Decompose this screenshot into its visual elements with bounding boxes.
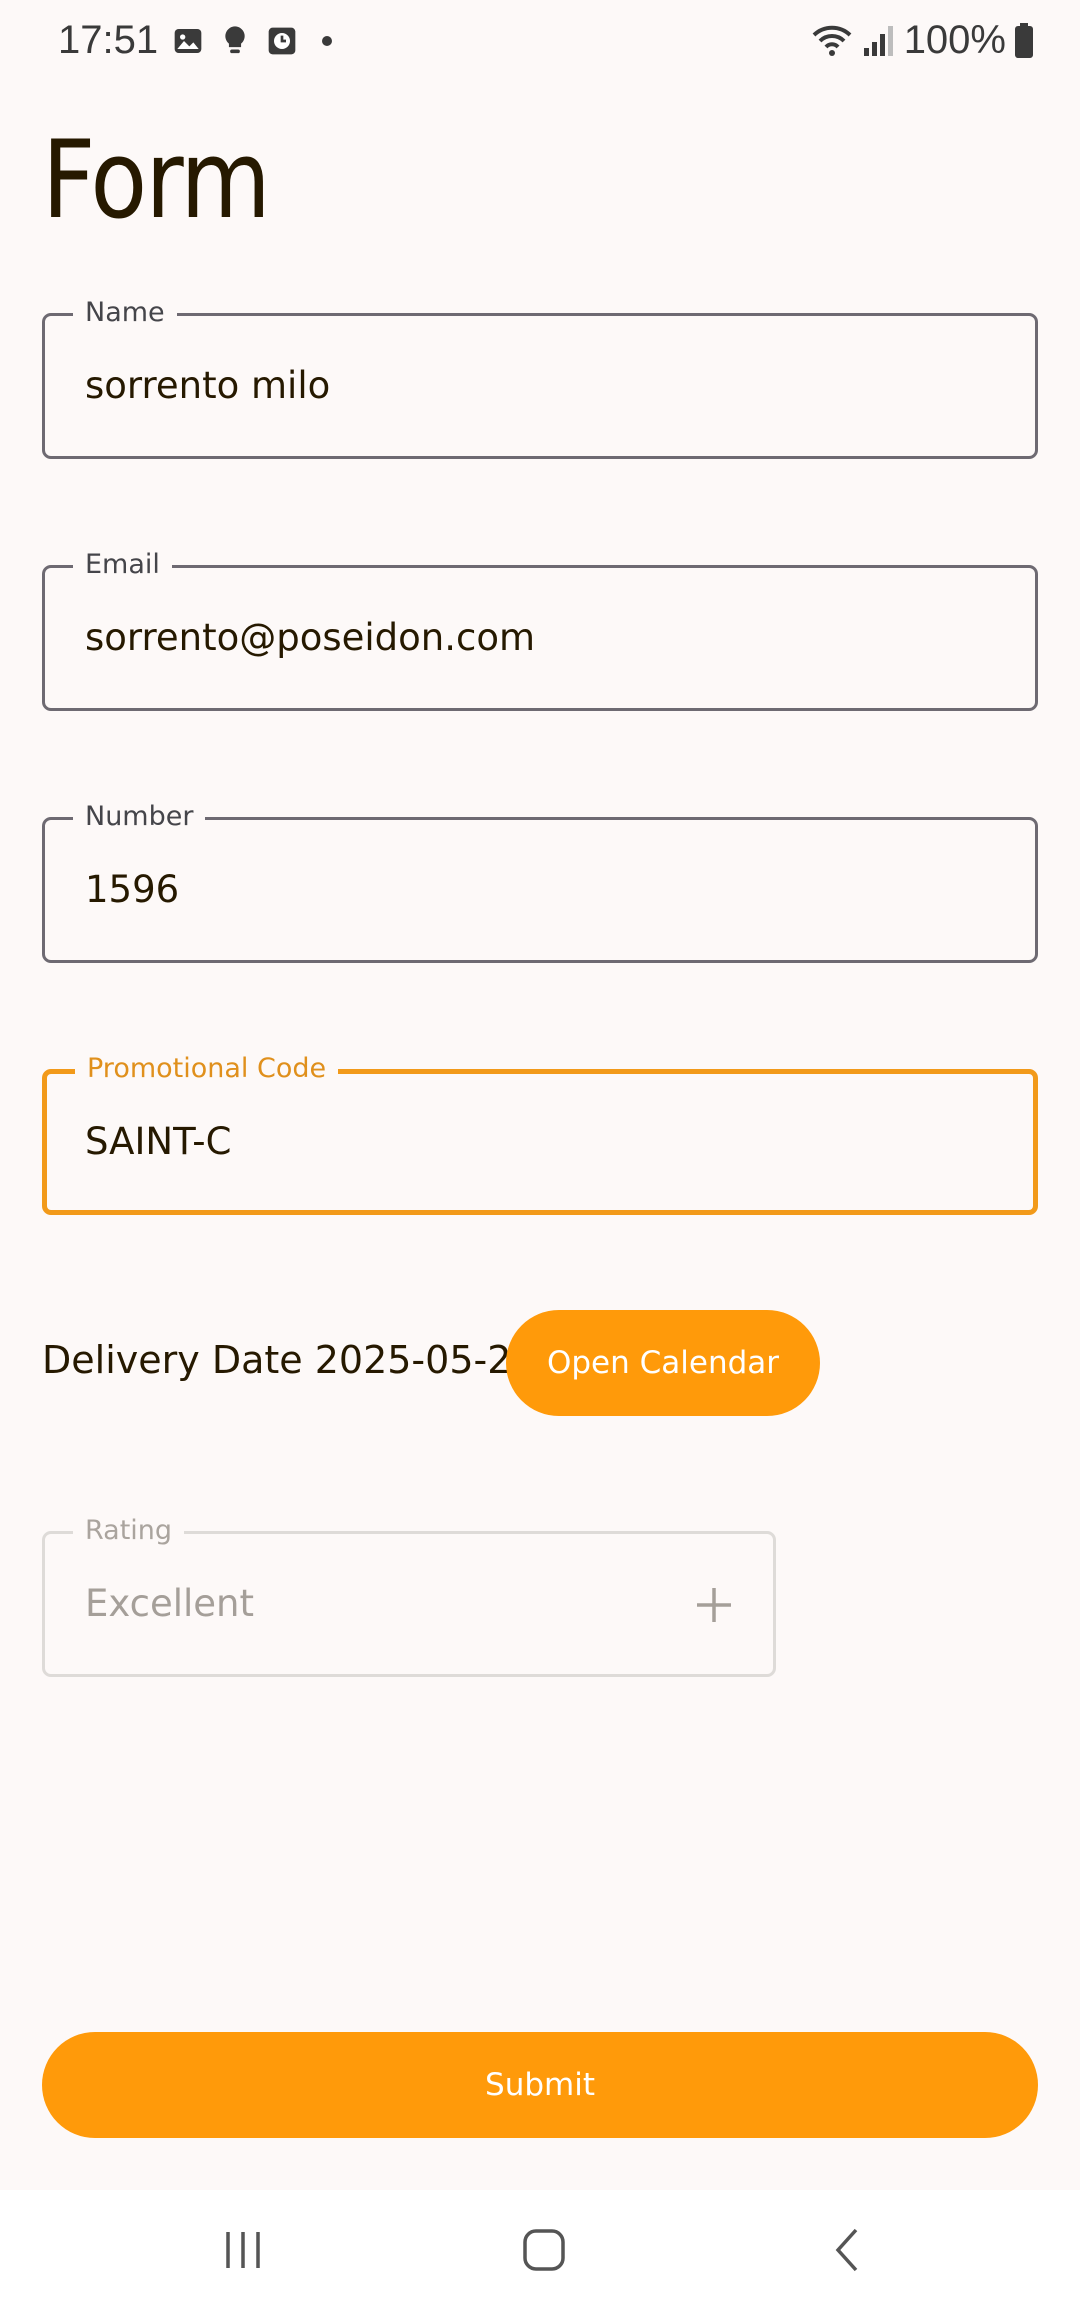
status-time: 17:51 <box>58 18 159 62</box>
delivery-date-text: Delivery Date 2025-05-21 <box>42 1338 536 1382</box>
notification-icons <box>172 24 332 58</box>
screen: 17:51 100% Form Name sorrento milo Email… <box>0 0 1080 2316</box>
email-value: sorrento@poseidon.com <box>85 616 536 659</box>
image-icon <box>172 25 204 57</box>
plus-icon[interactable] <box>695 1586 733 1624</box>
email-label: Email <box>73 548 172 582</box>
navigation-bar <box>0 2190 1080 2316</box>
status-bar: 17:51 100% <box>0 0 1080 84</box>
page-title: Form <box>42 118 271 243</box>
name-label: Name <box>73 296 177 330</box>
rating-value: Excellent <box>85 1582 255 1625</box>
open-calendar-button[interactable]: Open Calendar <box>506 1310 820 1416</box>
lightbulb-icon <box>220 24 250 58</box>
battery-icon <box>1014 22 1034 59</box>
more-notifications-dot <box>322 36 332 46</box>
battery-percent: 100% <box>903 18 1006 62</box>
number-value: 1596 <box>85 868 180 911</box>
wifi-icon <box>810 23 854 59</box>
home-icon[interactable] <box>522 2228 566 2276</box>
number-field[interactable]: Number 1596 <box>42 800 1038 963</box>
name-value: sorrento milo <box>85 364 331 407</box>
status-right: 100% <box>810 18 1034 63</box>
back-icon[interactable] <box>826 2228 870 2276</box>
promo-code-value: SAINT-C <box>85 1120 232 1163</box>
submit-button[interactable]: Submit <box>42 2032 1038 2138</box>
name-field[interactable]: Name sorrento milo <box>42 296 1038 459</box>
signal-icon <box>862 24 896 58</box>
number-label: Number <box>73 800 206 834</box>
rating-dropdown[interactable]: Rating Excellent <box>42 1514 776 1677</box>
rating-label: Rating <box>73 1514 185 1548</box>
email-field[interactable]: Email sorrento@poseidon.com <box>42 548 1038 711</box>
clock-icon <box>266 25 298 57</box>
promo-code-field[interactable]: Promotional Code SAINT-C <box>42 1052 1038 1215</box>
recent-apps-icon[interactable] <box>222 2228 266 2276</box>
promo-code-label: Promotional Code <box>75 1052 339 1086</box>
